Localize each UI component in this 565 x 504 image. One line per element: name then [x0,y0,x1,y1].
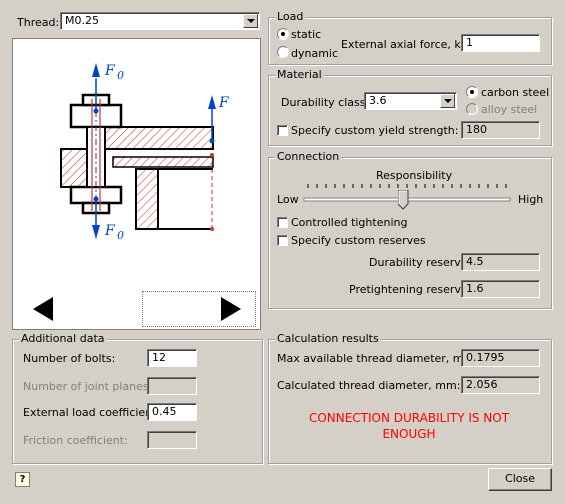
controlled-tightening-label: Controlled tightening [291,216,408,229]
f-right-label: F [218,95,230,111]
max-diameter-label: Max available thread diameter, mm: [277,352,478,365]
previous-arrow-button[interactable] [33,297,53,321]
help-icon-glyph: ? [19,474,26,485]
low-label: Low [277,193,299,206]
thread-select[interactable]: M0.25 [60,12,260,30]
durability-reserve-value: 4.5 [466,255,484,268]
pretightening-reserve-label: Pretightening reserve: [349,283,472,296]
durability-reserve-input[interactable]: 4.5 [461,253,540,271]
warning-line-1: CONNECTION DURABILITY IS NOT [308,411,510,425]
help-icon[interactable]: ? [15,472,30,487]
calc-diameter-label: Calculated thread diameter, mm: [277,379,461,392]
pretightening-reserve-value: 1.6 [466,282,484,295]
high-label: High [518,193,544,206]
top-plate [90,126,214,150]
axial-force-value: 1 [466,36,473,49]
gasket [112,156,214,168]
force-f0-top-arrow [92,63,100,77]
custom-reserves-checkbox[interactable] [277,235,288,246]
custom-yield-value: 180 [466,123,487,136]
friction-label: Friction coefficient: [23,434,128,447]
bolt-joint-diagram: F 0 F F 0 [60,63,230,242]
dynamic-radio[interactable] [277,46,289,58]
durability-warning-message: CONNECTION DURABILITY IS NOT ENOUGH [270,410,548,442]
durability-class-value: 3.6 [369,94,387,107]
custom-reserves-label: Specify custom reserves [291,234,426,247]
thread-dropdown-button[interactable] [243,14,258,28]
max-diameter-value: 0.1795 [466,351,505,364]
axial-force-input[interactable]: 1 [461,34,540,52]
joint-planes-input[interactable] [147,377,197,395]
dynamic-label: dynamic [291,47,339,60]
f0-top-subscript: 0 [117,69,124,82]
next-arrow-button[interactable] [221,297,241,321]
thread-label: Thread: [17,16,60,29]
durability-reserve-label: Durability reserve: [369,256,472,269]
diagram-panel: F 0 F F 0 [12,38,261,330]
alloy-steel-label: alloy steel [481,103,538,116]
responsibility-label: Responsibility [376,169,453,182]
close-button-label: Close [505,472,535,485]
bolts-label: Number of bolts: [23,352,116,365]
close-button[interactable]: Close [488,468,552,491]
responsibility-slider[interactable] [302,182,512,210]
thread-value: M0.25 [65,14,99,27]
bolts-input[interactable]: 12 [147,349,197,367]
custom-yield-label: Specify custom yield strength: [291,124,459,137]
calc-diameter-value: 2.056 [466,378,498,391]
durability-dropdown-button[interactable] [440,94,455,108]
results-title: Calculation results [275,332,381,345]
static-label: static [291,28,322,41]
load-coef-value: 0.45 [152,405,177,418]
axial-force-label: External axial force, kN: [341,38,473,51]
pretightening-reserve-input[interactable]: 1.6 [461,280,540,298]
bolts-value: 12 [152,351,166,364]
alloy-steel-radio[interactable] [466,103,478,115]
durability-class-select[interactable]: 3.6 [364,92,457,110]
force-f-arrow [208,95,216,109]
carbon-steel-label: carbon steel [481,86,550,99]
custom-yield-input[interactable]: 180 [461,121,540,139]
friction-input[interactable] [147,431,197,449]
static-radio[interactable] [277,28,289,40]
calc-diameter-field: 2.056 [461,376,540,394]
warning-line-2: ENOUGH [382,427,436,441]
load-title: Load [275,10,306,23]
load-coef-input[interactable]: 0.45 [147,403,197,421]
additional-data-title: Additional data [19,332,107,345]
load-coef-label: External load coefficient: [23,406,161,419]
f0-top-label: F [104,63,116,79]
slider-thumb[interactable] [397,189,409,210]
durability-class-label: Durability class: [281,96,370,109]
carbon-steel-radio[interactable] [466,86,478,98]
flange-web [135,168,159,230]
material-title: Material [275,68,324,81]
max-diameter-field: 0.1795 [461,349,540,367]
joint-planes-label: Number of joint planes: [23,380,153,393]
controlled-tightening-checkbox[interactable] [277,217,288,228]
f0-bottom-subscript: 0 [117,229,124,242]
connection-title: Connection [275,150,342,163]
f0-bottom-label: F [104,223,116,239]
custom-yield-checkbox[interactable] [277,125,288,136]
force-f0-bottom-arrow [92,225,100,239]
